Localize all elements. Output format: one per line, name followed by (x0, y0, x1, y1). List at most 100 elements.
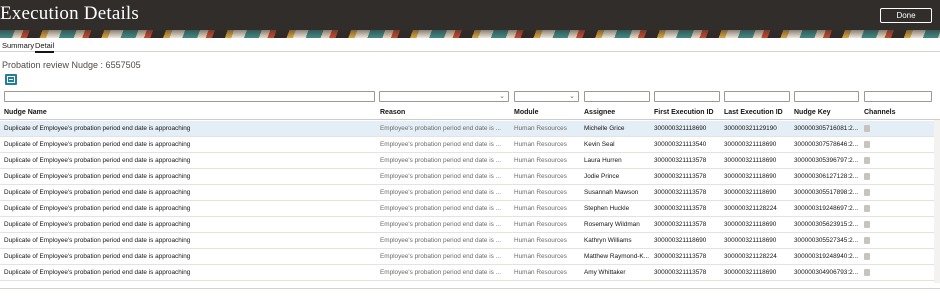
export-button[interactable] (5, 74, 17, 85)
cell-reason: Employee's probation period end date is … (380, 173, 501, 180)
cell-first-id: 300000321113578 (654, 173, 707, 180)
filter-nudge-name[interactable] (4, 91, 375, 102)
table-row[interactable]: Duplicate of Employee's probation period… (0, 153, 934, 169)
table-row[interactable]: Duplicate of Employee's probation period… (0, 201, 934, 217)
channel-icon[interactable] (864, 237, 870, 244)
cell-nudge-name: Duplicate of Employee's probation period… (4, 189, 191, 196)
column-header-assignee[interactable]: Assignee (584, 109, 615, 116)
column-header-reason[interactable]: Reason (380, 109, 405, 116)
filter-channels[interactable] (864, 91, 932, 102)
table-row[interactable]: Duplicate of Employee's probation period… (0, 137, 934, 153)
cell-first-id: 300000321118690 (654, 237, 707, 244)
table-row[interactable]: Duplicate of Employee's probation period… (0, 217, 934, 233)
cell-reason: Employee's probation period end date is … (380, 253, 501, 260)
cell-first-id: 300000321113578 (654, 253, 707, 260)
cell-assignee: Kevin Seal (584, 141, 615, 148)
table-bottom-border (0, 288, 940, 289)
cell-nudge-key: 300000305517898:2... (794, 189, 858, 196)
cell-module: Human Resources (514, 237, 567, 244)
cell-module: Human Resources (514, 141, 567, 148)
cell-last-id: 300000321128224 (724, 205, 777, 212)
column-header-channels[interactable]: Channels (864, 109, 896, 116)
cell-nudge-name: Duplicate of Employee's probation period… (4, 125, 191, 132)
table-row[interactable]: Duplicate of Employee's probation period… (0, 185, 934, 201)
table-row[interactable]: Duplicate of Employee's probation period… (0, 265, 934, 281)
cell-last-id: 300000321129190 (724, 125, 777, 132)
done-button[interactable]: Done (880, 8, 932, 23)
cell-reason: Employee's probation period end date is … (380, 189, 501, 196)
column-header-last-execution-id[interactable]: Last Execution ID (724, 109, 783, 116)
cell-assignee: Rosemary Wildman (584, 221, 640, 228)
cell-nudge-name: Duplicate of Employee's probation period… (4, 269, 191, 276)
cell-nudge-key: 300000306127128:2... (794, 173, 858, 180)
channel-icon[interactable] (864, 141, 870, 148)
cell-nudge-name: Duplicate of Employee's probation period… (4, 173, 191, 180)
cell-nudge-key: 300000319248940:2... (794, 253, 858, 260)
filter-last-execution-id[interactable] (724, 91, 790, 102)
table-row[interactable]: Duplicate of Employee's probation period… (0, 233, 934, 249)
channel-icon[interactable] (864, 221, 870, 228)
cell-nudge-key: 300000305396797:2... (794, 157, 858, 164)
cell-nudge-name: Duplicate of Employee's probation period… (4, 253, 191, 260)
chevron-down-icon: ⌄ (499, 93, 505, 100)
channel-icon[interactable] (864, 269, 870, 276)
cell-reason: Employee's probation period end date is … (380, 205, 501, 212)
column-header-nudge-name[interactable]: Nudge Name (4, 109, 47, 116)
cell-first-id: 300000321113578 (654, 205, 707, 212)
filter-reason[interactable]: ⌄ (379, 91, 509, 102)
cell-reason: Employee's probation period end date is … (380, 125, 501, 132)
channel-icon[interactable] (864, 173, 870, 180)
cell-assignee: Jodie Prince (584, 173, 620, 180)
cell-last-id: 300000321118690 (724, 237, 777, 244)
cell-module: Human Resources (514, 157, 567, 164)
nudge-heading: Probation review Nudge : 6557505 (2, 60, 141, 70)
cell-nudge-key: 300000319248697:2... (794, 205, 858, 212)
cell-first-id: 300000321113578 (654, 157, 707, 164)
tab-summary[interactable]: Summary (2, 41, 34, 50)
table-row[interactable]: Duplicate of Employee's probation period… (0, 169, 934, 185)
cell-first-id: 300000321113578 (654, 189, 707, 196)
cell-nudge-name: Duplicate of Employee's probation period… (4, 157, 191, 164)
cell-last-id: 300000321118690 (724, 269, 777, 276)
channel-icon[interactable] (864, 189, 870, 196)
chevron-down-icon: ⌄ (569, 93, 575, 100)
cell-nudge-key: 300000307578646:2... (794, 141, 858, 148)
cell-first-id: 300000321113578 (654, 221, 707, 228)
channel-icon[interactable] (864, 125, 870, 132)
app-header: Execution Details Done (0, 0, 940, 30)
channel-icon[interactable] (864, 157, 870, 164)
table-row[interactable]: Duplicate of Employee's probation period… (0, 121, 934, 137)
header-divider (0, 119, 940, 120)
cell-module: Human Resources (514, 221, 567, 228)
filter-first-execution-id[interactable] (654, 91, 720, 102)
tab-detail[interactable]: Detail (35, 41, 55, 53)
cell-assignee: Laura Hurren (584, 157, 622, 164)
channel-icon[interactable] (864, 253, 870, 260)
cell-assignee: Stephen Huckle (584, 205, 630, 212)
cell-module: Human Resources (514, 189, 567, 196)
cell-assignee: Amy Whittaker (584, 269, 626, 276)
column-header-first-execution-id[interactable]: First Execution ID (654, 109, 714, 116)
cell-module: Human Resources (514, 173, 567, 180)
cell-reason: Employee's probation period end date is … (380, 269, 501, 276)
cell-nudge-key: 300000305623915:2... (794, 221, 858, 228)
vertical-scrollbar[interactable] (934, 120, 940, 283)
channel-icon[interactable] (864, 205, 870, 212)
cell-assignee: Matthew Raymond-K... (584, 253, 649, 260)
column-header-module[interactable]: Module (514, 109, 539, 116)
filter-module[interactable]: ⌄ (514, 91, 579, 102)
table-row[interactable]: Duplicate of Employee's probation period… (0, 249, 934, 265)
cell-last-id: 300000321118690 (724, 173, 777, 180)
cell-module: Human Resources (514, 125, 567, 132)
cell-assignee: Susannah Mawson (584, 189, 639, 196)
cell-module: Human Resources (514, 205, 567, 212)
filter-nudge-key[interactable] (794, 91, 859, 102)
column-header-nudge-key[interactable]: Nudge Key (794, 109, 831, 116)
cell-nudge-key: 30000030571608​1:2... (794, 125, 858, 132)
filter-assignee[interactable] (584, 91, 650, 102)
cell-module: Human Resources (514, 253, 567, 260)
cell-last-id: 300000321118690 (724, 157, 777, 164)
cell-module: Human Resources (514, 269, 567, 276)
cell-nudge-name: Duplicate of Employee's probation period… (4, 205, 191, 212)
cell-reason: Employee's probation period end date is … (380, 237, 501, 244)
